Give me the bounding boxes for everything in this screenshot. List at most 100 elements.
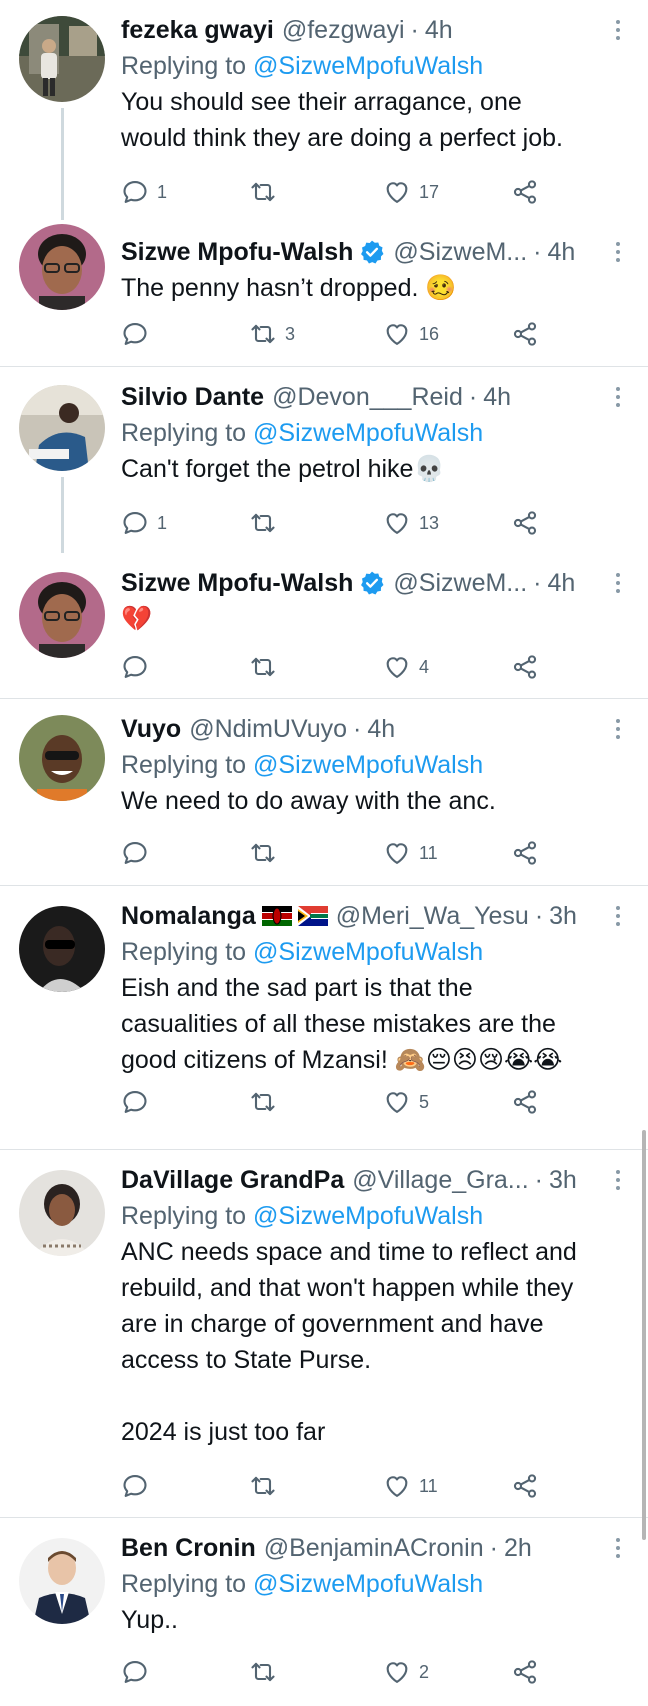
tweet-sizwe-mpofu-walsh-2[interactable]: Sizwe Mpofu-Walsh @SizweM... · 4h 💔 4 <box>0 553 648 698</box>
share-nodes-icon <box>511 653 539 681</box>
avatar[interactable] <box>19 572 105 658</box>
avatar[interactable] <box>19 16 105 102</box>
more-vertical-dots-icon[interactable] <box>608 567 628 599</box>
author-name[interactable]: Ben Cronin <box>121 1532 256 1564</box>
reply-button[interactable] <box>121 316 157 352</box>
like-button[interactable]: 11 <box>383 1468 438 1504</box>
reply-button[interactable] <box>121 1084 157 1120</box>
retweet-button[interactable] <box>249 1654 285 1690</box>
share-button[interactable] <box>511 1654 539 1690</box>
author-handle[interactable]: @BenjaminACronin <box>264 1532 484 1564</box>
tweet-silvio-dante[interactable]: Silvio Dante @Devon___Reid · 4h Replying… <box>0 367 648 553</box>
retweet-arrows-icon <box>249 320 277 348</box>
author-handle[interactable]: @Meri_Wa_Yesu <box>336 900 529 932</box>
author-handle[interactable]: @Devon___Reid <box>272 381 463 413</box>
author-handle[interactable]: @fezgwayi <box>282 14 405 46</box>
author-name[interactable]: Sizwe Mpofu-Walsh <box>121 567 353 599</box>
reply-button[interactable] <box>121 1468 157 1504</box>
timestamp[interactable]: 2h <box>504 1532 532 1564</box>
verified-badge-icon <box>359 570 385 596</box>
reply-button[interactable] <box>121 649 157 685</box>
timestamp[interactable]: 3h <box>549 900 577 932</box>
retweet-button[interactable]: 3 <box>249 316 295 352</box>
share-button[interactable] <box>511 316 539 352</box>
retweet-button[interactable] <box>249 1468 285 1504</box>
more-vertical-dots-icon[interactable] <box>608 900 628 932</box>
retweet-button[interactable] <box>249 505 285 541</box>
author-handle[interactable]: @SizweM... <box>393 236 527 268</box>
like-button[interactable]: 17 <box>383 174 439 210</box>
replying-to-mention[interactable]: @SizweMpofuWalsh <box>253 419 483 447</box>
avatar[interactable] <box>19 224 105 310</box>
like-count: 4 <box>419 656 430 677</box>
share-button[interactable] <box>511 1084 539 1120</box>
reply-button[interactable]: 1 <box>121 174 167 210</box>
like-button[interactable]: 11 <box>383 835 438 871</box>
timestamp[interactable]: 4h <box>483 381 511 413</box>
timestamp[interactable]: 3h <box>549 1164 577 1196</box>
reply-button[interactable] <box>121 1654 157 1690</box>
tweet-davillage-grandpa[interactable]: DaVillage GrandPa @Village_Gra... · 3h R… <box>0 1150 648 1517</box>
author-handle[interactable]: @NdimUVuyo <box>189 713 347 745</box>
tweet-nomalanga[interactable]: Nomalanga @Meri_Wa_Yesu · 3h Replying to… <box>0 886 648 1149</box>
author-name[interactable]: fezeka gwayi <box>121 14 274 46</box>
timestamp[interactable]: 4h <box>547 236 575 268</box>
reply-button[interactable]: 1 <box>121 505 167 541</box>
like-button[interactable]: 2 <box>383 1654 429 1690</box>
share-button[interactable] <box>511 174 539 210</box>
avatar[interactable] <box>19 906 105 992</box>
retweet-button[interactable] <box>249 174 285 210</box>
scrollbar[interactable] <box>642 1130 646 1540</box>
share-button[interactable] <box>511 505 539 541</box>
like-button[interactable]: 13 <box>383 505 439 541</box>
separator: · <box>468 383 478 411</box>
timestamp[interactable]: 4h <box>425 14 453 46</box>
timestamp[interactable]: 4h <box>547 567 575 599</box>
tweet-fezeka-gwayi[interactable]: fezeka gwayi @fezgwayi · 4h Replying to … <box>0 0 648 220</box>
south-africa-flag-icon <box>297 906 328 926</box>
author-name[interactable]: Nomalanga <box>121 900 256 932</box>
author-handle[interactable]: @Village_Gra... <box>352 1164 528 1196</box>
more-vertical-dots-icon[interactable] <box>608 14 628 46</box>
retweet-arrows-icon <box>249 653 277 681</box>
author-name[interactable]: Silvio Dante <box>121 381 264 413</box>
separator: · <box>534 1166 543 1194</box>
retweet-button[interactable] <box>249 835 285 871</box>
avatar[interactable] <box>19 715 105 801</box>
author-name[interactable]: Vuyo <box>121 713 181 745</box>
replying-to: Replying to @SizweMpofuWalsh <box>121 1566 628 1602</box>
action-bar: 4 <box>121 649 541 685</box>
replying-to-mention[interactable]: @SizweMpofuWalsh <box>253 751 483 779</box>
tweet-ben-cronin[interactable]: Ben Cronin @BenjaminACronin · 2h Replyin… <box>0 1518 648 1706</box>
retweet-button[interactable] <box>249 649 285 685</box>
author-handle[interactable]: @SizweM... <box>393 567 527 599</box>
share-button[interactable] <box>511 649 539 685</box>
share-button[interactable] <box>511 1468 539 1504</box>
like-button[interactable]: 4 <box>383 649 429 685</box>
retweet-arrows-icon <box>249 1658 277 1686</box>
avatar[interactable] <box>19 385 105 471</box>
replying-to-mention[interactable]: @SizweMpofuWalsh <box>253 1570 483 1598</box>
author-name[interactable]: Sizwe Mpofu-Walsh <box>121 236 353 268</box>
more-vertical-dots-icon[interactable] <box>608 1532 628 1564</box>
author-name[interactable]: DaVillage GrandPa <box>121 1164 344 1196</box>
more-vertical-dots-icon[interactable] <box>608 713 628 745</box>
more-vertical-dots-icon[interactable] <box>608 381 628 413</box>
comment-bubble-icon <box>121 1088 149 1116</box>
like-button[interactable]: 5 <box>383 1084 429 1120</box>
replying-to-mention[interactable]: @SizweMpofuWalsh <box>253 938 483 966</box>
avatar[interactable] <box>19 1170 105 1256</box>
replying-to-mention[interactable]: @SizweMpofuWalsh <box>253 1202 483 1230</box>
more-vertical-dots-icon[interactable] <box>608 236 628 268</box>
avatar[interactable] <box>19 1538 105 1624</box>
retweet-button[interactable] <box>249 1084 285 1120</box>
like-button[interactable]: 16 <box>383 316 439 352</box>
reply-button[interactable] <box>121 835 157 871</box>
share-button[interactable] <box>511 835 539 871</box>
more-vertical-dots-icon[interactable] <box>608 1164 628 1196</box>
tweet-sizwe-mpofu-walsh[interactable]: Sizwe Mpofu-Walsh @SizweM... · 4h The pe… <box>0 222 648 366</box>
replying-to: Replying to @SizweMpofuWalsh <box>121 747 628 783</box>
tweet-vuyo[interactable]: Vuyo @NdimUVuyo · 4h Replying to @SizweM… <box>0 699 648 885</box>
timestamp[interactable]: 4h <box>367 713 395 745</box>
replying-to-mention[interactable]: @SizweMpofuWalsh <box>253 52 483 80</box>
